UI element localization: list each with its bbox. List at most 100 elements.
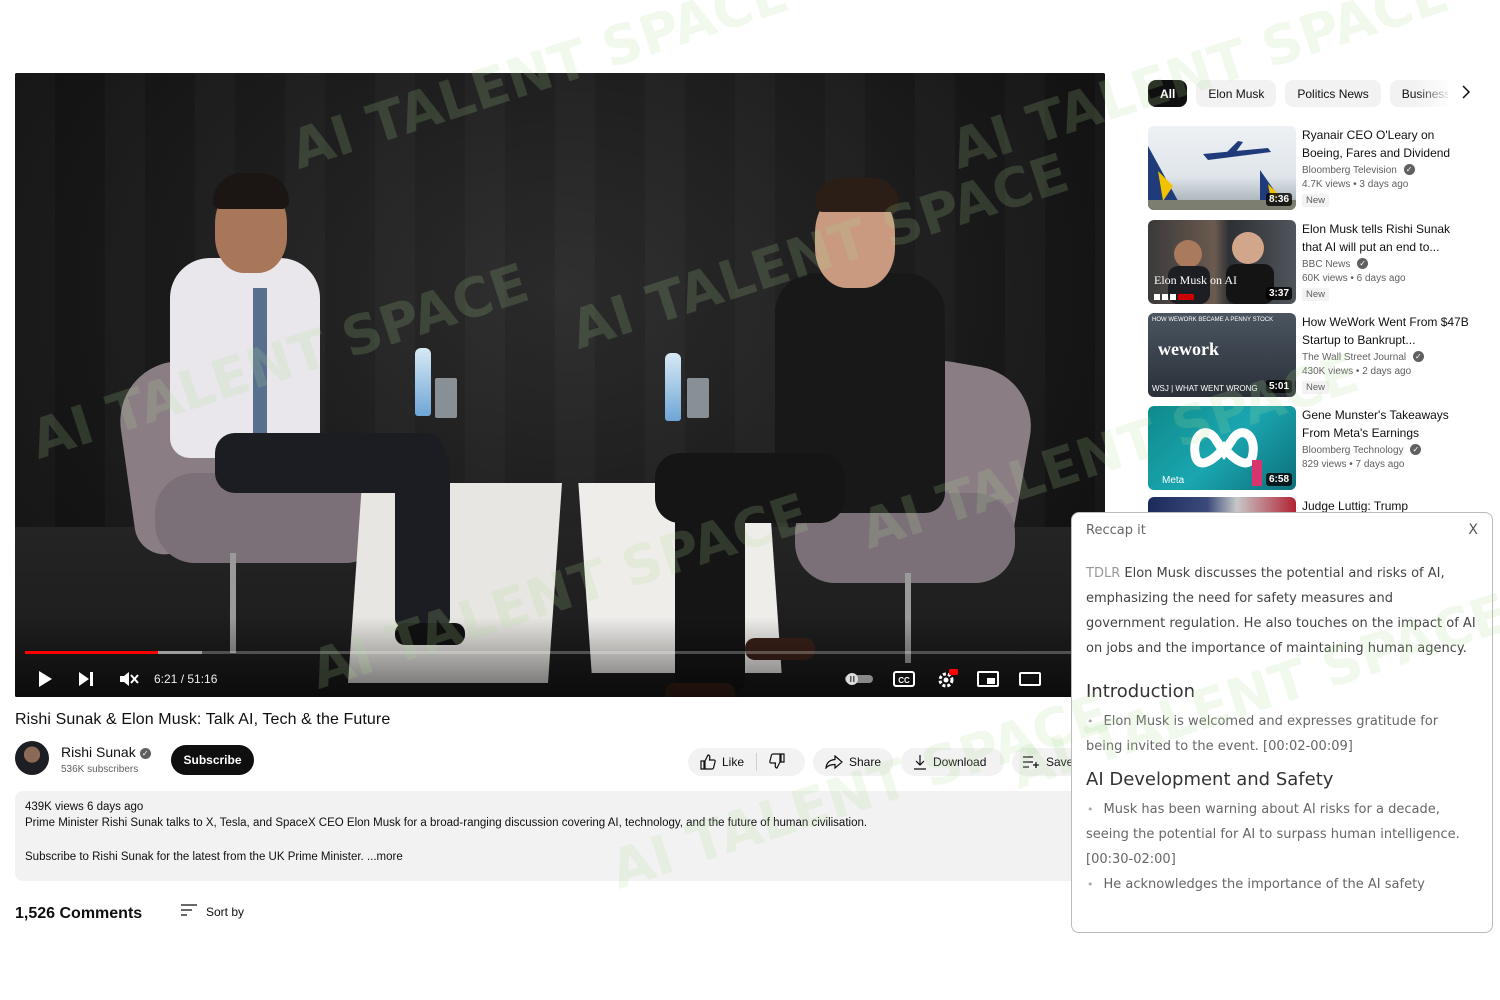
recommendation-channel[interactable]: The Wall Street Journal ✓ bbox=[1302, 351, 1472, 363]
thumbnail-subbrand: Meta bbox=[1162, 475, 1185, 486]
play-icon bbox=[37, 670, 53, 688]
duration-badge: 5:01 bbox=[1265, 380, 1292, 393]
verified-icon: ✓ bbox=[1403, 164, 1415, 175]
recommendation-title[interactable]: Gene Munster's Takeaways From Meta's Ear… bbox=[1302, 406, 1472, 442]
chevron-right-icon bbox=[1461, 84, 1471, 104]
thumbnail-topline: HOW WEWORK BECAME A PENNY STOCK bbox=[1152, 317, 1274, 323]
thumbnail-subbrand: WSJ | WHAT WENT WRONG bbox=[1152, 384, 1258, 393]
recommendation-channel[interactable]: Bloomberg Television ✓ bbox=[1302, 164, 1472, 176]
recommendation-age: 2 days ago bbox=[1362, 366, 1412, 377]
comments-count: 1,526 Comments bbox=[15, 905, 143, 922]
thumbnail[interactable]: 8:36 bbox=[1148, 126, 1296, 210]
verified-icon: ✓ bbox=[1357, 258, 1369, 269]
summary-bullet: He acknowledges the importance of the AI… bbox=[1086, 872, 1476, 897]
avatar[interactable] bbox=[15, 741, 49, 775]
thumbs-down-icon bbox=[769, 752, 785, 772]
description-text: Prime Minister Rishi Sunak talks to X, T… bbox=[25, 817, 868, 829]
recommendation-views: 60K views bbox=[1302, 273, 1348, 284]
next-icon bbox=[77, 671, 95, 687]
share-icon bbox=[825, 755, 843, 769]
mute-button[interactable] bbox=[119, 669, 139, 689]
recommendation-title[interactable]: Ryanair CEO O'Leary on Boeing, Fares and… bbox=[1302, 126, 1472, 162]
sort-icon bbox=[180, 903, 198, 920]
mute-icon bbox=[119, 670, 139, 688]
video-player[interactable]: 6:21 / 51:16 CC bbox=[15, 73, 1105, 697]
channel-name[interactable]: Rishi Sunak ✓ bbox=[61, 744, 151, 760]
progress-played bbox=[25, 651, 158, 654]
recommendation-views: 430K views bbox=[1302, 366, 1354, 377]
filter-chips: All Elon Musk Politics News Business bbox=[1148, 80, 1448, 108]
description-box[interactable]: 439K views 6 days ago Prime Minister Ris… bbox=[15, 791, 1085, 881]
verified-icon: ✓ bbox=[1410, 444, 1422, 455]
like-button[interactable]: Like bbox=[688, 748, 756, 776]
subscriber-count: 536K subscribers bbox=[61, 764, 139, 775]
recommendation-item[interactable]: Judge Luttig: Trump bbox=[1148, 497, 1478, 513]
recommendation-meta: 60K views • 6 days ago bbox=[1302, 273, 1406, 284]
verified-icon: ✓ bbox=[139, 748, 151, 759]
view-count-date: 439K views 6 days ago bbox=[25, 801, 144, 813]
next-button[interactable] bbox=[77, 669, 95, 689]
recommendation-title[interactable]: Elon Musk tells Rishi Sunak that AI will… bbox=[1302, 220, 1472, 256]
chip-elon-musk[interactable]: Elon Musk bbox=[1196, 80, 1277, 107]
thumbnail[interactable]: Meta 6:58 bbox=[1148, 406, 1296, 490]
recommendation-item[interactable]: 8:36 Ryanair CEO O'Leary on Boeing, Fare… bbox=[1148, 126, 1478, 210]
share-button[interactable]: Share bbox=[813, 748, 893, 776]
recommendation-title[interactable]: Judge Luttig: Trump bbox=[1302, 497, 1472, 513]
reccap-title: Reccap it bbox=[1086, 523, 1146, 538]
play-button[interactable] bbox=[37, 669, 53, 689]
recommendation-item[interactable]: Elon Musk on AI 3:37 Elon Musk tells Ris… bbox=[1148, 220, 1478, 304]
captions-button[interactable]: CC bbox=[893, 669, 915, 689]
duration-badge: 6:58 bbox=[1265, 473, 1292, 486]
settings-icon bbox=[935, 669, 959, 689]
recommendation-channel-name: Bloomberg Television bbox=[1302, 165, 1397, 176]
save-icon bbox=[1022, 755, 1040, 769]
chip-all[interactable]: All bbox=[1148, 80, 1188, 107]
download-label: Download bbox=[933, 755, 987, 769]
download-button[interactable]: Download bbox=[901, 748, 1004, 776]
recommendation-title[interactable]: How WeWork Went From $47B Startup to Ban… bbox=[1302, 313, 1472, 349]
thumbnail-brand: wework bbox=[1158, 339, 1219, 359]
section-heading: Introduction bbox=[1086, 681, 1196, 702]
subscribe-button[interactable]: Subscribe bbox=[171, 745, 254, 775]
recommendation-channel[interactable]: BBC News ✓ bbox=[1302, 258, 1472, 270]
captions-icon: CC bbox=[893, 671, 915, 687]
autoplay-toggle[interactable] bbox=[844, 669, 874, 689]
recommendation-channel-name: Bloomberg Technology bbox=[1302, 445, 1404, 456]
more-link[interactable]: ...more bbox=[367, 851, 403, 863]
recommendation-channel[interactable]: Bloomberg Technology ✓ bbox=[1302, 444, 1472, 456]
settings-button[interactable] bbox=[935, 669, 959, 689]
time-display: 6:21 / 51:16 bbox=[154, 672, 218, 686]
recommendation-channel-name: BBC News bbox=[1302, 259, 1351, 270]
progress-bar[interactable] bbox=[25, 651, 1095, 654]
chips-next-button[interactable] bbox=[1456, 84, 1476, 104]
autoplay-toggle-icon bbox=[844, 672, 874, 686]
download-icon bbox=[913, 754, 927, 770]
summary-bullet: Musk has been warning about AI risks for… bbox=[1086, 797, 1476, 872]
theater-icon bbox=[1019, 671, 1041, 687]
thumbs-up-icon bbox=[700, 754, 716, 770]
dislike-button[interactable] bbox=[757, 748, 797, 776]
like-dislike-group: Like bbox=[688, 748, 805, 776]
tldr-label: TDLR bbox=[1086, 566, 1121, 581]
thumbnail[interactable]: HOW WEWORK BECAME A PENNY STOCK wework W… bbox=[1148, 313, 1296, 397]
reccap-close-button[interactable]: X bbox=[1468, 522, 1478, 538]
recommendation-channel-name: The Wall Street Journal bbox=[1302, 352, 1407, 363]
reccap-content[interactable]: TDLR Elon Musk discusses the potential a… bbox=[1086, 561, 1476, 897]
description-subscribe-text: Subscribe to Rishi Sunak for the latest … bbox=[25, 851, 364, 863]
recommendation-age: 3 days ago bbox=[1359, 179, 1409, 190]
verified-icon: ✓ bbox=[1412, 351, 1424, 362]
recommendation-item[interactable]: Meta 6:58 Gene Munster's Takeaways From … bbox=[1148, 406, 1478, 490]
thumbnail[interactable]: Elon Musk on AI 3:37 bbox=[1148, 220, 1296, 304]
recommendation-item[interactable]: HOW WEWORK BECAME A PENNY STOCK wework W… bbox=[1148, 313, 1478, 397]
recommendation-views: 4.7K views bbox=[1302, 179, 1351, 190]
sort-by-button[interactable]: Sort by bbox=[180, 903, 244, 920]
thumbnail[interactable] bbox=[1148, 497, 1296, 513]
tldr-summary: TDLR Elon Musk discusses the potential a… bbox=[1086, 561, 1476, 661]
video-title: Rishi Sunak & Elon Musk: Talk AI, Tech &… bbox=[15, 711, 391, 728]
thumbnail-caption: Elon Musk on AI bbox=[1154, 273, 1238, 287]
miniplayer-icon bbox=[977, 671, 999, 687]
reccap-panel[interactable]: Reccap it X TDLR Elon Musk discusses the… bbox=[1071, 512, 1493, 933]
miniplayer-button[interactable] bbox=[977, 669, 999, 689]
chip-politics-news[interactable]: Politics News bbox=[1285, 80, 1381, 107]
theater-button[interactable] bbox=[1019, 669, 1041, 689]
